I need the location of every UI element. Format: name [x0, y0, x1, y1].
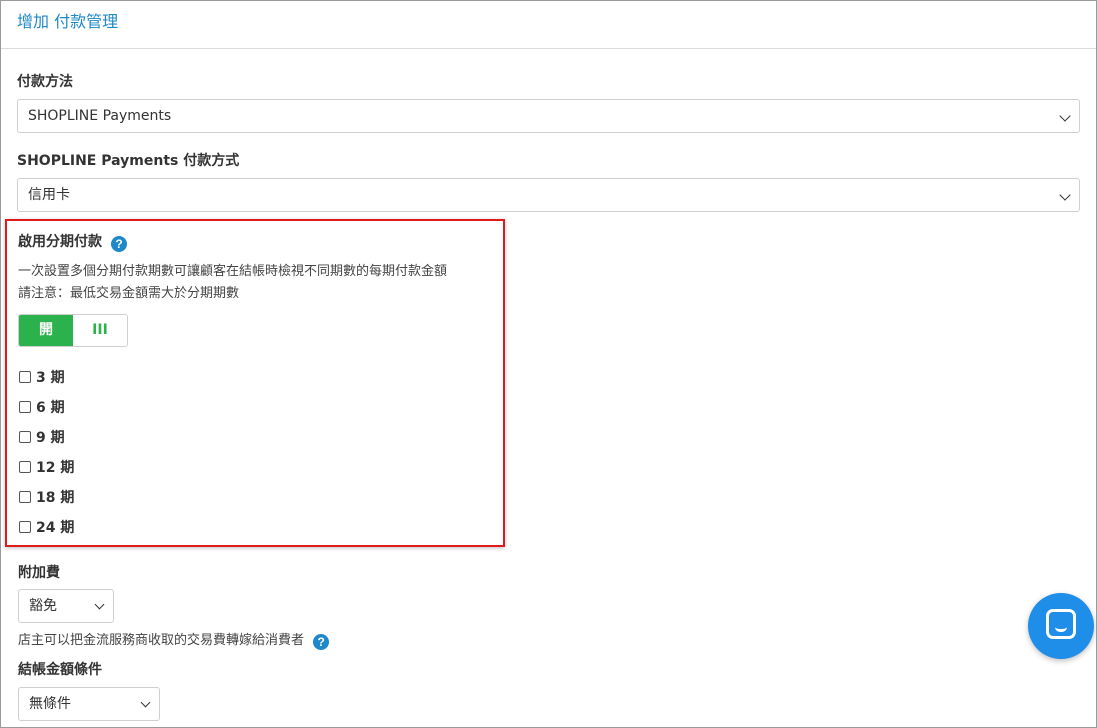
installment-label: 啟用分期付款 [18, 234, 102, 250]
installment-option-label: 9 期 [36, 430, 65, 446]
installment-header: 啟用分期付款 ? [18, 231, 128, 252]
payment-method-value: SHOPLINE Payments [28, 108, 172, 124]
checkout-condition-label: 結帳金額條件 [18, 662, 102, 678]
payment-type-value: 信用卡 [28, 187, 70, 203]
installment-option-6[interactable]: 6 期 [19, 397, 65, 417]
installment-description-1: 一次設置多個分期付款期數可讓顧客在結帳時檢視不同期數的每期付款金額 [18, 264, 448, 279]
installment-option-label: 6 期 [36, 400, 65, 416]
installment-option-label: 12 期 [36, 460, 75, 476]
installment-option-9[interactable]: 9 期 [19, 427, 65, 447]
installment-toggle[interactable]: 開 III [18, 314, 128, 347]
checkbox[interactable] [19, 371, 31, 383]
toggle-off-option[interactable]: III [73, 315, 127, 346]
payment-method-select[interactable]: SHOPLINE Payments [17, 99, 1080, 133]
dialog-header: 增加 付款管理 [1, 1, 1096, 49]
checkbox[interactable] [19, 521, 31, 533]
checkbox[interactable] [19, 401, 31, 413]
dialog-title: 增加 付款管理 [17, 12, 119, 31]
dialog: 增加 付款管理 付款方法 SHOPLINE Payments SHOPLINE … [0, 0, 1097, 728]
installment-option-18[interactable]: 18 期 [19, 487, 74, 507]
installment-option-label: 18 期 [36, 490, 75, 506]
checkout-condition-value: 無條件 [29, 696, 71, 712]
checkout-condition-select[interactable]: 無條件 [18, 687, 160, 721]
question-circle-icon[interactable]: ? [313, 634, 330, 650]
payment-method-group: 付款方法 [17, 73, 73, 91]
surcharge-value: 豁免 [29, 598, 57, 614]
chevron-down-icon [1059, 110, 1071, 122]
surcharge-select[interactable]: 豁免 [18, 589, 114, 623]
chat-icon [1046, 609, 1076, 639]
checkbox[interactable] [19, 431, 31, 443]
toggle-on-option[interactable]: 開 [19, 315, 73, 346]
payment-type-label: SHOPLINE Payments 付款方式 [17, 153, 240, 169]
surcharge-label: 附加費 [18, 565, 60, 581]
surcharge-note-row: 店主可以把金流服務商收取的交易費轉嫁給消費者 ? [18, 629, 330, 650]
chevron-down-icon [1059, 189, 1071, 201]
installment-option-label: 3 期 [36, 370, 65, 386]
installment-option-3[interactable]: 3 期 [19, 367, 65, 387]
installment-option-24[interactable]: 24 期 [19, 517, 74, 537]
chevron-down-icon [94, 599, 105, 610]
installment-option-label: 24 期 [36, 520, 75, 536]
installment-option-12[interactable]: 12 期 [19, 457, 74, 477]
checkbox[interactable] [19, 461, 31, 473]
installment-description-2: 請注意：最低交易金額需大於分期期數 [18, 286, 240, 301]
checkbox[interactable] [19, 491, 31, 503]
surcharge-note: 店主可以把金流服務商收取的交易費轉嫁給消費者 [18, 633, 305, 648]
payment-method-label: 付款方法 [17, 74, 73, 90]
payment-type-group: SHOPLINE Payments 付款方式 [17, 152, 239, 170]
payment-type-select[interactable]: 信用卡 [17, 178, 1080, 212]
question-circle-icon[interactable]: ? [111, 236, 128, 252]
chevron-down-icon [140, 697, 151, 708]
chat-button[interactable] [1028, 593, 1094, 659]
